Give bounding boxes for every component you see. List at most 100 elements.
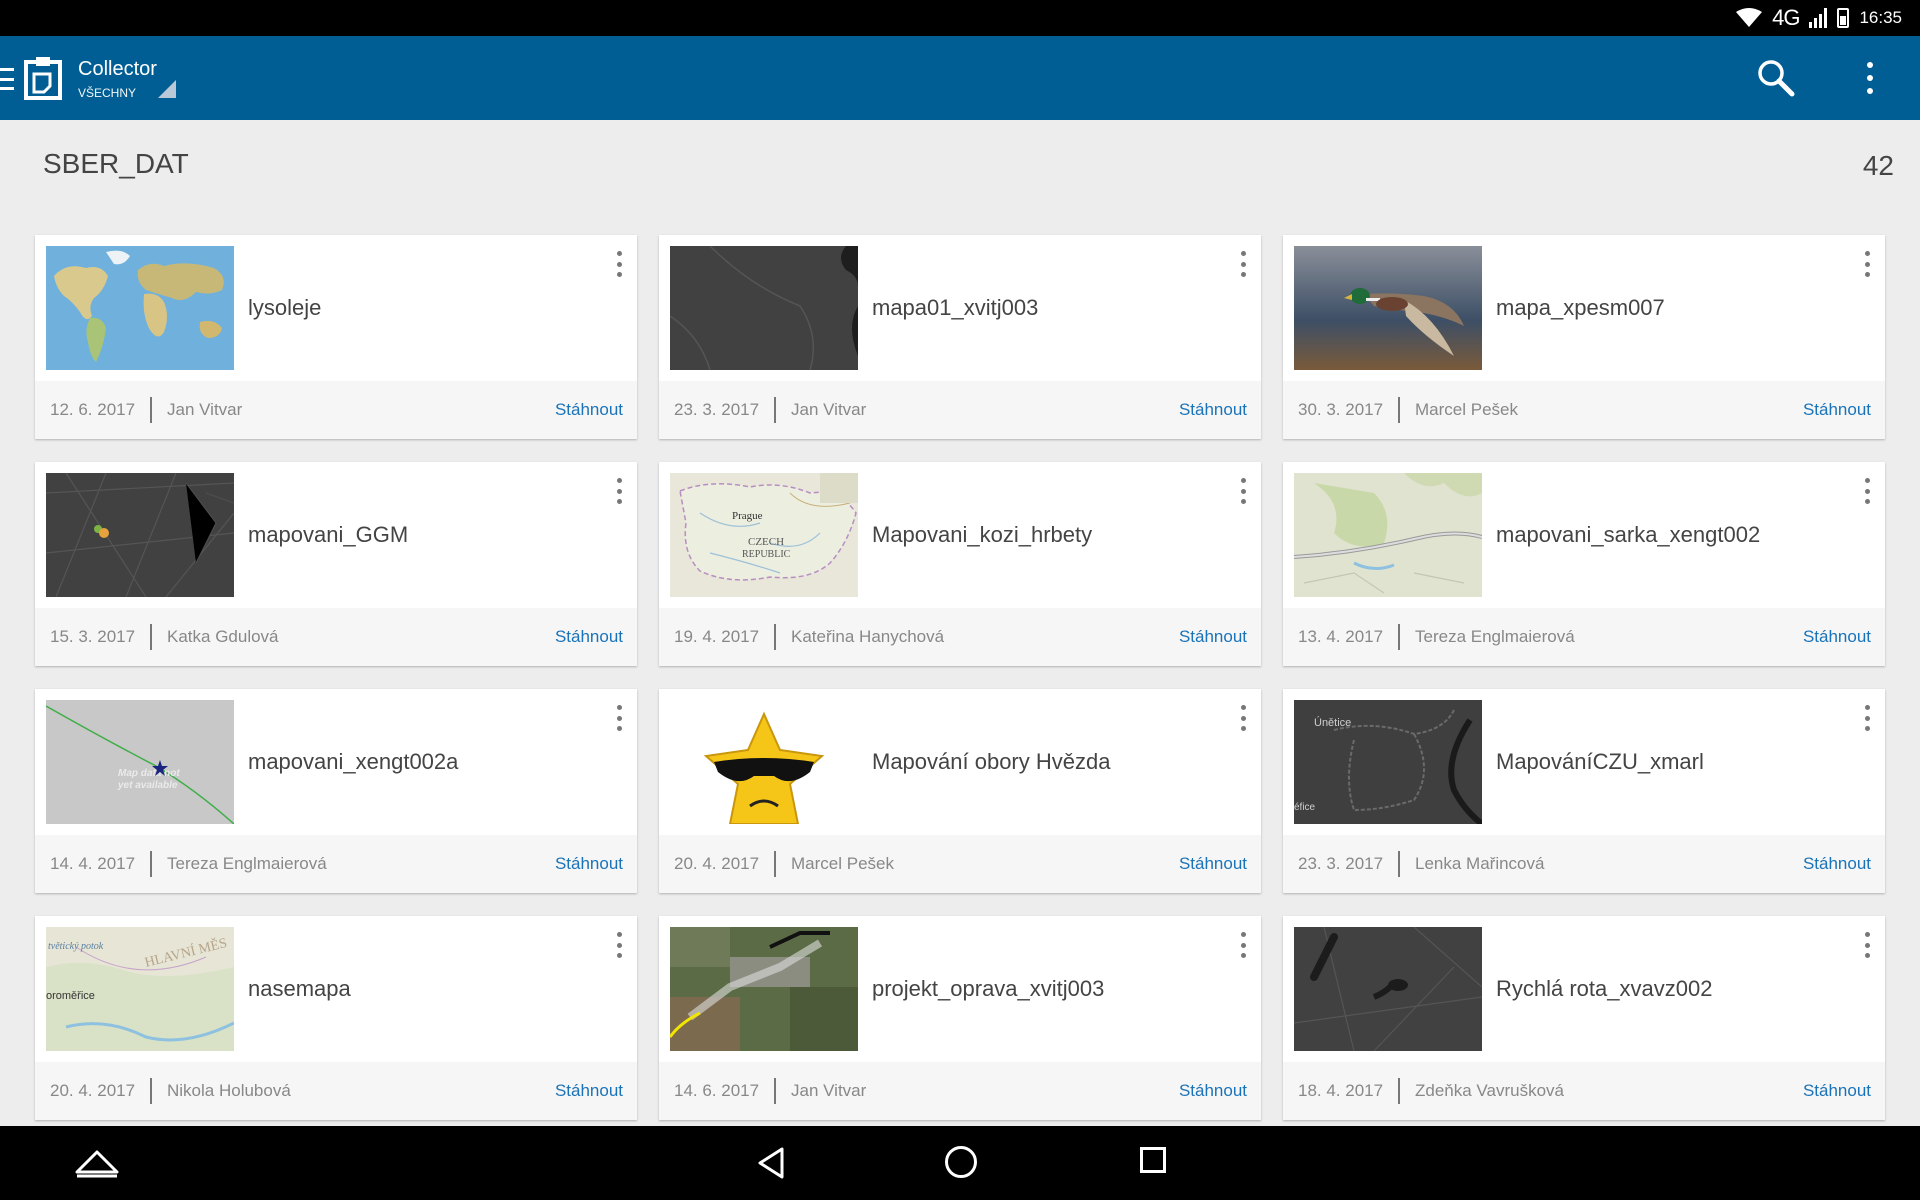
map-card[interactable]: mapovani_GGM 15. 3. 2017 Katka Gdulová S…	[35, 462, 637, 666]
map-label-text: REPUBLIC	[742, 549, 791, 560]
map-card[interactable]: mapovani_sarka_xengt002 13. 4. 2017 Tere…	[1283, 462, 1885, 666]
back-icon[interactable]	[756, 1146, 786, 1180]
map-owner: Tereza Englmaierová	[1415, 627, 1575, 646]
map-title[interactable]: mapa_xpesm007	[1496, 235, 1665, 381]
download-button[interactable]: Stáhnout	[1179, 381, 1247, 439]
card-menu-icon[interactable]	[1859, 930, 1875, 960]
map-thumbnail[interactable]: Prague CZECH REPUBLIC	[670, 473, 858, 597]
map-owner: Katka Gdulová	[167, 627, 279, 646]
menu-icon[interactable]	[0, 68, 14, 90]
map-thumbnail[interactable]	[46, 473, 234, 597]
map-title[interactable]: mapovani_sarka_xengt002	[1496, 462, 1760, 608]
wifi-icon	[1736, 8, 1763, 27]
divider	[150, 1078, 152, 1104]
app-filter-label[interactable]: VŠECHNY	[78, 86, 136, 100]
card-menu-icon[interactable]	[1235, 930, 1251, 960]
map-date: 20. 4. 2017	[674, 854, 760, 873]
map-thumbnail[interactable]	[670, 700, 858, 824]
overflow-menu-icon[interactable]	[1860, 60, 1880, 96]
divider	[150, 397, 152, 423]
card-footer: 18. 4. 2017 Zdeňka Vavrušková Stáhnout	[1283, 1062, 1885, 1120]
card-footer: 14. 4. 2017 Tereza Englmaierová Stáhnout	[35, 835, 637, 893]
map-card[interactable]: Únětice éfice MapováníCZU_xmarl 23. 3. 2…	[1283, 689, 1885, 893]
map-card[interactable]: Rychlá rota_xvavz002 18. 4. 2017 Zdeňka …	[1283, 916, 1885, 1120]
download-button[interactable]: Stáhnout	[555, 1062, 623, 1120]
map-title[interactable]: Mapování obory Hvězda	[872, 689, 1110, 835]
card-menu-icon[interactable]	[1235, 703, 1251, 733]
home-icon[interactable]	[945, 1146, 977, 1178]
download-button[interactable]: Stáhnout	[1803, 1062, 1871, 1120]
map-card[interactable]: Prague CZECH REPUBLIC Mapovani_kozi_hrbe…	[659, 462, 1261, 666]
map-thumbnail[interactable]	[1294, 246, 1482, 370]
map-date: 15. 3. 2017	[50, 627, 136, 646]
card-menu-icon[interactable]	[611, 476, 627, 506]
download-button[interactable]: Stáhnout	[1803, 381, 1871, 439]
download-button[interactable]: Stáhnout	[1803, 835, 1871, 893]
card-menu-icon[interactable]	[1235, 476, 1251, 506]
map-thumbnail[interactable]	[46, 246, 234, 370]
card-menu-icon[interactable]	[1859, 703, 1875, 733]
map-date: 23. 3. 2017	[674, 400, 760, 419]
card-footer: 20. 4. 2017 Marcel Pešek Stáhnout	[659, 835, 1261, 893]
card-footer: 13. 4. 2017 Tereza Englmaierová Stáhnout	[1283, 608, 1885, 666]
map-title[interactable]: projekt_oprava_xvitj003	[872, 916, 1104, 1062]
map-date: 20. 4. 2017	[50, 1081, 136, 1100]
recent-apps-icon[interactable]	[1140, 1147, 1166, 1173]
download-button[interactable]: Stáhnout	[1179, 1062, 1247, 1120]
map-thumbnail[interactable]: tvětický potok HLAVNÍ MĚS oroměřice	[46, 927, 234, 1051]
download-button[interactable]: Stáhnout	[1179, 608, 1247, 666]
map-thumbnail[interactable]	[670, 927, 858, 1051]
map-card[interactable]: lysoleje 12. 6. 2017 Jan Vitvar Stáhnout	[35, 235, 637, 439]
map-title[interactable]: Mapovani_kozi_hrbety	[872, 462, 1092, 608]
status-bar: 4G 16:35	[0, 0, 1920, 36]
card-menu-icon[interactable]	[1859, 249, 1875, 279]
collector-logo-icon[interactable]	[24, 56, 62, 100]
map-title[interactable]: mapovani_xengt002a	[248, 689, 458, 835]
card-menu-icon[interactable]	[611, 249, 627, 279]
map-title[interactable]: mapa01_xvitj003	[872, 235, 1038, 381]
map-owner: Marcel Pešek	[791, 854, 894, 873]
map-thumbnail[interactable]: Map data not yet available	[46, 700, 234, 824]
map-card[interactable]: projekt_oprava_xvitj003 14. 6. 2017 Jan …	[659, 916, 1261, 1120]
map-card[interactable]: Mapování obory Hvězda 20. 4. 2017 Marcel…	[659, 689, 1261, 893]
card-menu-icon[interactable]	[1859, 476, 1875, 506]
chevron-up-icon[interactable]	[75, 1148, 119, 1178]
map-card[interactable]: Map data not yet available mapovani_xeng…	[35, 689, 637, 893]
map-label-text: CZECH	[748, 536, 784, 548]
map-title[interactable]: mapovani_GGM	[248, 462, 408, 608]
card-menu-icon[interactable]	[1235, 249, 1251, 279]
dropdown-triangle-icon[interactable]	[158, 80, 176, 98]
map-owner: Jan Vitvar	[791, 1081, 867, 1100]
map-card[interactable]: mapa_xpesm007 30. 3. 2017 Marcel Pešek S…	[1283, 235, 1885, 439]
app-title[interactable]: Collector	[78, 58, 157, 81]
map-thumbnail[interactable]	[1294, 473, 1482, 597]
card-menu-icon[interactable]	[611, 703, 627, 733]
download-button[interactable]: Stáhnout	[1803, 608, 1871, 666]
divider	[1398, 624, 1400, 650]
map-title[interactable]: MapováníCZU_xmarl	[1496, 689, 1704, 835]
map-owner: Jan Vitvar	[167, 400, 243, 419]
download-button[interactable]: Stáhnout	[555, 608, 623, 666]
download-button[interactable]: Stáhnout	[555, 381, 623, 439]
map-title[interactable]: lysoleje	[248, 235, 321, 381]
search-icon[interactable]	[1756, 58, 1796, 98]
divider	[1398, 851, 1400, 877]
map-label-text: yet available	[117, 780, 178, 791]
download-button[interactable]: Stáhnout	[555, 835, 623, 893]
map-date: 14. 6. 2017	[674, 1081, 760, 1100]
card-footer: 20. 4. 2017 Nikola Holubová Stáhnout	[35, 1062, 637, 1120]
card-menu-icon[interactable]	[611, 930, 627, 960]
signal-icon	[1809, 8, 1828, 28]
map-thumbnail[interactable]	[670, 246, 858, 370]
map-title[interactable]: Rychlá rota_xvavz002	[1496, 916, 1712, 1062]
map-thumbnail[interactable]: Únětice éfice	[1294, 700, 1482, 824]
map-thumbnail[interactable]	[1294, 927, 1482, 1051]
map-card[interactable]: tvětický potok HLAVNÍ MĚS oroměřice nase…	[35, 916, 637, 1120]
group-title: SBER_DAT	[43, 148, 189, 179]
divider	[774, 624, 776, 650]
card-footer: 23. 3. 2017 Lenka Mařincová Stáhnout	[1283, 835, 1885, 893]
map-card[interactable]: mapa01_xvitj003 23. 3. 2017 Jan Vitvar S…	[659, 235, 1261, 439]
map-owner: Zdeňka Vavrušková	[1415, 1081, 1564, 1100]
download-button[interactable]: Stáhnout	[1179, 835, 1247, 893]
map-title[interactable]: nasemapa	[248, 916, 351, 1062]
